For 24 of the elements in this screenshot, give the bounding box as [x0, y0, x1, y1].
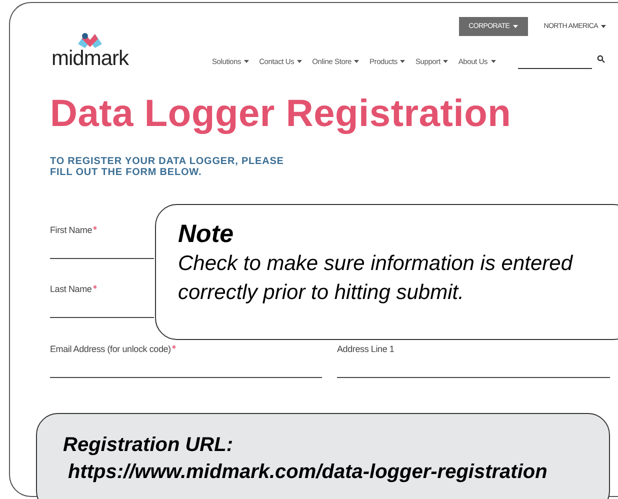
caret-icon	[297, 60, 302, 63]
field-label: Last Name	[50, 284, 97, 294]
url-label: Registration URL:	[63, 433, 234, 458]
field-label: Email Address (for unlock code)	[50, 344, 176, 354]
note-text: Check to make sure information is entered correctly prior to hitting submit.	[178, 250, 574, 306]
caret-icon	[601, 25, 606, 28]
caret-icon	[244, 60, 250, 63]
caret-icon	[490, 60, 496, 63]
note-heading: Note	[178, 221, 235, 248]
caret-icon	[354, 60, 360, 63]
search-icon[interactable]	[596, 55, 605, 63]
caret-icon	[443, 60, 448, 63]
logo-icon	[76, 32, 104, 48]
logo-text: midmark	[51, 48, 128, 69]
field-label: Address Line 1	[337, 344, 394, 354]
required-icon	[172, 345, 176, 349]
caret-icon	[400, 60, 406, 63]
page-title: Data Logger Registration	[50, 93, 512, 136]
field-label: First Name	[50, 225, 98, 235]
caret-icon	[512, 25, 518, 28]
required-icon	[92, 285, 97, 289]
required-icon	[93, 226, 98, 230]
intro-text: TO REGISTER YOUR DATA LOGGER, PLEASE FILL OUT THE FORM BELOW.	[50, 156, 285, 178]
url-text: https://www.midmark.com/data-logger-registration	[67, 460, 548, 485]
